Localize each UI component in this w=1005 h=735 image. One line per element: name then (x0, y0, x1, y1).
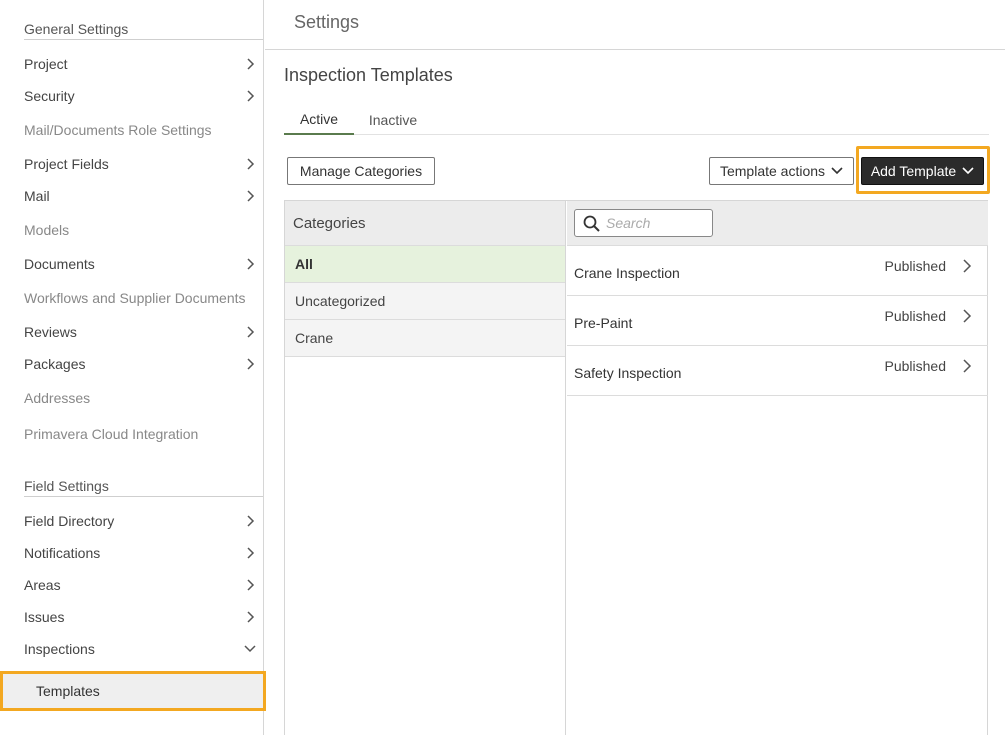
sidebar-item-issues[interactable]: Issues (24, 605, 256, 629)
sidebar-item-security[interactable]: Security (24, 84, 256, 108)
chevron-right-icon (247, 158, 255, 170)
search-box (574, 209, 713, 237)
manage-categories-label: Manage Categories (299, 163, 423, 179)
sidebar-item-label: Areas (24, 577, 61, 593)
sidebar-item-mail[interactable]: Mail (24, 184, 256, 208)
categories-header: Categories (285, 201, 565, 246)
sidebar-subitem-templates[interactable]: Templates (0, 671, 266, 711)
sidebar-subitem-label: Templates (36, 683, 100, 699)
sidebar-item-label: Issues (24, 609, 65, 625)
category-item-uncategorized[interactable]: Uncategorized (285, 283, 565, 320)
add-template-button[interactable]: Add Template (861, 157, 984, 185)
template-name: Pre-Paint (574, 315, 633, 331)
sidebar-item-documents[interactable]: Documents (24, 252, 256, 276)
sidebar-item-label: Project (24, 56, 68, 72)
sidebar-item-project-fields[interactable]: Project Fields (24, 152, 256, 176)
sidebar-item-label: Security (24, 88, 75, 104)
chevron-down-icon (962, 167, 974, 175)
chevron-right-icon (247, 515, 255, 527)
sidebar-item-project[interactable]: Project (24, 52, 256, 76)
page-title: Inspection Templates (284, 65, 453, 85)
add-template-label: Add Template (870, 163, 957, 179)
sidebar-item-label: Project Fields (24, 156, 109, 172)
sidebar-item-label: Mail/Documents Role Settings (24, 122, 212, 138)
field-settings-divider (24, 496, 263, 497)
sidebar-item-workflows-supplier-documents[interactable]: Workflows and Supplier Documents (24, 286, 256, 310)
template-status: Published (884, 258, 947, 274)
chevron-down-icon (244, 645, 256, 653)
sidebar-item-label: Field Directory (24, 513, 115, 529)
template-status: Published (884, 308, 947, 324)
templates-panel: Crane Inspection Published Pre-Paint Pub… (567, 201, 988, 735)
sidebar-item-areas[interactable]: Areas (24, 573, 256, 597)
sidebar-item-mail-documents-role-settings[interactable]: Mail/Documents Role Settings (24, 118, 256, 142)
template-name: Crane Inspection (574, 265, 680, 281)
chevron-right-icon (247, 326, 255, 338)
template-name: Safety Inspection (574, 365, 682, 381)
sidebar-item-field-directory[interactable]: Field Directory (24, 509, 256, 533)
template-actions-button[interactable]: Template actions (709, 157, 854, 185)
sidebar-item-label: Workflows and Supplier Documents (24, 290, 246, 306)
sidebar-item-label: Models (24, 222, 70, 238)
general-settings-heading: General Settings (24, 21, 129, 37)
template-row[interactable]: Safety Inspection Published (567, 346, 988, 396)
sidebar-item-reviews[interactable]: Reviews (24, 320, 256, 344)
tab-active[interactable]: Active (284, 105, 354, 135)
template-status: Published (884, 358, 947, 374)
chevron-right-icon (247, 90, 255, 102)
sidebar-item-label: Addresses (24, 390, 91, 406)
template-panels: Categories All Uncategorized Crane Crane… (284, 200, 988, 735)
chevron-right-icon (963, 359, 972, 373)
template-actions-label: Template actions (719, 163, 826, 179)
category-item-all[interactable]: All (285, 246, 565, 283)
page-header-title: Settings (294, 12, 360, 32)
sidebar-item-notifications[interactable]: Notifications (24, 541, 256, 565)
sidebar-item-addresses[interactable]: Addresses (24, 386, 256, 410)
chevron-right-icon (247, 58, 255, 70)
sidebar-item-label: Packages (24, 356, 86, 372)
settings-sidebar: General Settings Project Security Mail/D… (0, 0, 266, 735)
chevron-right-icon (247, 190, 255, 202)
status-tabs: Active Inactive (284, 105, 989, 135)
header-divider (265, 49, 1005, 50)
sidebar-item-label: Documents (24, 256, 95, 272)
sidebar-item-primavera-cloud-integration[interactable]: Primavera Cloud Integration (24, 422, 256, 446)
categories-panel: Categories All Uncategorized Crane (285, 201, 566, 735)
chevron-right-icon (247, 358, 255, 370)
chevron-right-icon (247, 547, 255, 559)
chevron-right-icon (247, 258, 255, 270)
category-item-crane[interactable]: Crane (285, 320, 565, 357)
manage-categories-button[interactable]: Manage Categories (287, 157, 435, 185)
sidebar-item-label: Inspections (24, 641, 95, 657)
search-input[interactable] (606, 215, 706, 231)
sidebar-item-label: Notifications (24, 545, 101, 561)
search-icon (583, 215, 600, 232)
sidebar-item-models[interactable]: Models (24, 218, 256, 242)
tab-inactive[interactable]: Inactive (360, 105, 426, 135)
main-content: Settings Inspection Templates Active Ina… (265, 0, 1005, 735)
field-settings-heading: Field Settings (24, 478, 109, 494)
chevron-right-icon (247, 579, 255, 591)
sidebar-item-label: Reviews (24, 324, 77, 340)
templates-header (567, 201, 988, 246)
general-settings-divider (24, 39, 263, 40)
template-row[interactable]: Crane Inspection Published (567, 246, 988, 296)
chevron-right-icon (963, 309, 972, 323)
chevron-right-icon (963, 259, 972, 273)
chevron-right-icon (247, 611, 255, 623)
sidebar-item-label: Mail (24, 188, 50, 204)
sidebar-item-inspections[interactable]: Inspections (24, 637, 256, 661)
sidebar-item-label: Primavera Cloud Integration (24, 426, 199, 442)
template-row[interactable]: Pre-Paint Published (567, 296, 988, 346)
chevron-down-icon (831, 167, 843, 175)
sidebar-item-packages[interactable]: Packages (24, 352, 256, 376)
